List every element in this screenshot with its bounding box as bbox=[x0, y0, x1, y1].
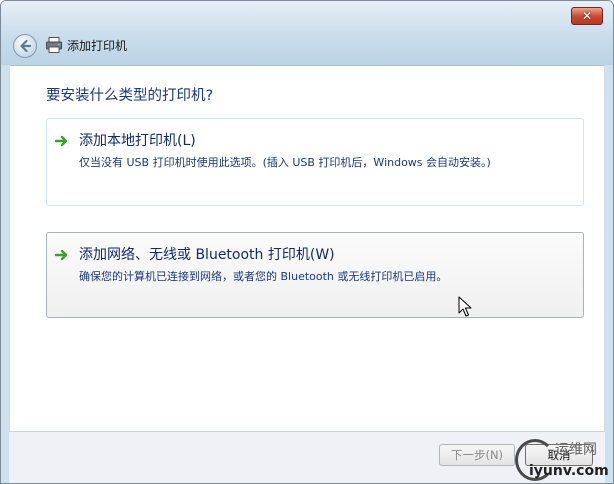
close-icon: ✕ bbox=[581, 9, 593, 23]
window-title: 添加打印机 bbox=[67, 39, 128, 53]
back-arrow-icon bbox=[20, 39, 32, 53]
option-description: 确保您的计算机已连接到网络，或者您的 Bluetooth 或无线打印机已启用。 bbox=[79, 270, 448, 283]
page-heading: 要安装什么类型的打印机? bbox=[46, 88, 214, 104]
green-arrow-icon bbox=[55, 135, 68, 147]
mouse-cursor-icon bbox=[458, 296, 472, 317]
add-local-printer-option[interactable]: 添加本地打印机(L) 仅当没有 USB 打印机时使用此选项。(插入 USB 打印… bbox=[46, 118, 584, 206]
site-watermark-logo: 运维网 iyunv.com bbox=[509, 437, 613, 483]
title-bar: ✕ 添加打印机 bbox=[1, 1, 613, 65]
close-button[interactable]: ✕ bbox=[571, 7, 603, 25]
add-network-printer-option[interactable]: 添加网络、无线或 Bluetooth 打印机(W) 确保您的计算机已连接到网络，… bbox=[46, 232, 584, 318]
back-button[interactable] bbox=[13, 34, 37, 58]
wizard-content: 要安装什么类型的打印机? 添加本地打印机(L) 仅当没有 USB 打印机时使用此… bbox=[9, 65, 605, 431]
option-description: 仅当没有 USB 打印机时使用此选项。(插入 USB 打印机后，Windows … bbox=[79, 156, 491, 169]
option-title: 添加本地打印机(L) bbox=[79, 133, 196, 149]
add-printer-window: ✕ 添加打印机 要安装什么类型的打印机? 添加本地打印机(L) 仅当没有 USB… bbox=[0, 0, 614, 484]
printer-icon bbox=[46, 37, 62, 53]
watermark-text-top: 运维网 bbox=[555, 442, 597, 458]
watermark-text-bottom: iyunv.com bbox=[529, 463, 609, 479]
option-title: 添加网络、无线或 Bluetooth 打印机(W) bbox=[79, 247, 335, 263]
green-arrow-icon bbox=[55, 249, 68, 261]
next-button[interactable]: 下一步(N) bbox=[439, 444, 515, 466]
